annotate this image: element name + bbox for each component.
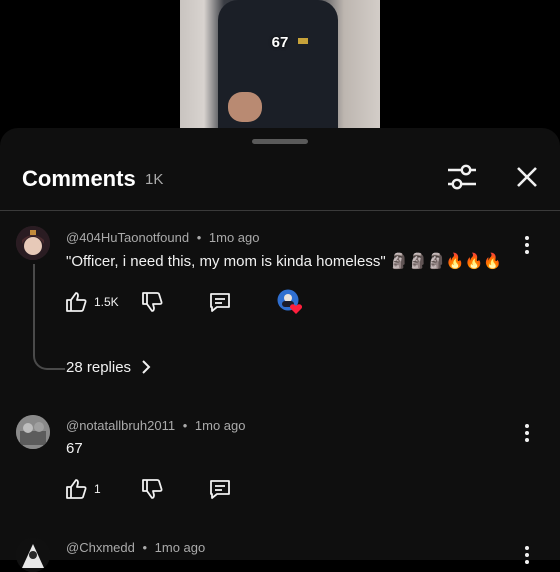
more-options-button[interactable] xyxy=(518,234,536,256)
comments-count: 1K xyxy=(145,171,164,188)
video-hand xyxy=(228,92,262,122)
comment-author[interactable]: @notatallbruh2011 xyxy=(66,418,175,433)
dislike-button[interactable] xyxy=(140,290,164,314)
like-button[interactable]: 1.5K xyxy=(64,290,119,314)
avatar[interactable] xyxy=(16,538,50,572)
more-vert-icon xyxy=(525,424,529,442)
comment-meta: @Chxmedd • 1mo ago xyxy=(66,540,205,555)
avatar-image xyxy=(16,226,50,260)
comment-author[interactable]: @Chxmedd xyxy=(66,540,135,555)
chevron-right-icon xyxy=(142,360,151,374)
drag-handle[interactable] xyxy=(252,139,308,144)
comment-time: 1mo ago xyxy=(194,418,246,433)
sliders-icon xyxy=(448,164,476,190)
thumbs-up-icon xyxy=(66,292,87,312)
reply-button[interactable] xyxy=(208,477,232,501)
more-options-button[interactable] xyxy=(518,544,536,566)
more-options-button[interactable] xyxy=(518,422,536,444)
avatar[interactable] xyxy=(16,415,50,449)
reply-icon xyxy=(210,480,230,499)
close-icon xyxy=(517,167,537,187)
comment-time: 1mo ago xyxy=(154,540,206,555)
comment-time: 1mo ago xyxy=(208,230,260,245)
header-divider xyxy=(0,210,560,211)
sort-filter-button[interactable] xyxy=(444,161,480,193)
comment-text: 67 xyxy=(66,440,83,457)
meta-separator: • xyxy=(142,540,148,555)
meta-separator: • xyxy=(182,418,188,433)
dislike-button[interactable] xyxy=(140,477,164,501)
thumbs-down-icon xyxy=(142,292,163,312)
meta-separator: • xyxy=(196,230,202,245)
video-player[interactable]: 67 xyxy=(180,0,380,128)
comments-sheet: Comments 1K @404HuTaonotfound • 1mo ago … xyxy=(0,128,560,572)
more-vert-icon xyxy=(525,236,529,254)
comment-meta: @404HuTaonotfound • 1mo ago xyxy=(66,230,259,245)
close-button[interactable] xyxy=(512,162,542,192)
comment-meta: @notatallbruh2011 • 1mo ago xyxy=(66,418,246,433)
avatar-image xyxy=(16,415,50,449)
reply-icon xyxy=(210,293,230,312)
comment-text: "Officer, i need this, my mom is kinda h… xyxy=(66,253,502,270)
video-overlay-text: 67 xyxy=(271,34,289,51)
avatar-image xyxy=(16,538,50,572)
thread-line xyxy=(33,264,65,370)
creator-heart-icon xyxy=(277,289,303,314)
more-vert-icon xyxy=(525,546,529,564)
reply-button[interactable] xyxy=(208,290,232,314)
like-count: 1 xyxy=(94,482,101,496)
like-button[interactable]: 1 xyxy=(64,477,101,501)
comments-title: Comments xyxy=(22,166,136,191)
like-count: 1.5K xyxy=(94,295,119,309)
comment-author[interactable]: @404HuTaonotfound xyxy=(66,230,189,245)
view-replies-button[interactable]: 28 replies xyxy=(66,358,155,376)
avatar[interactable] xyxy=(16,226,50,260)
thumbs-down-icon xyxy=(142,479,163,499)
creator-heart-badge xyxy=(276,288,304,316)
thumbs-up-icon xyxy=(66,479,87,499)
replies-label: 28 replies xyxy=(66,358,132,376)
